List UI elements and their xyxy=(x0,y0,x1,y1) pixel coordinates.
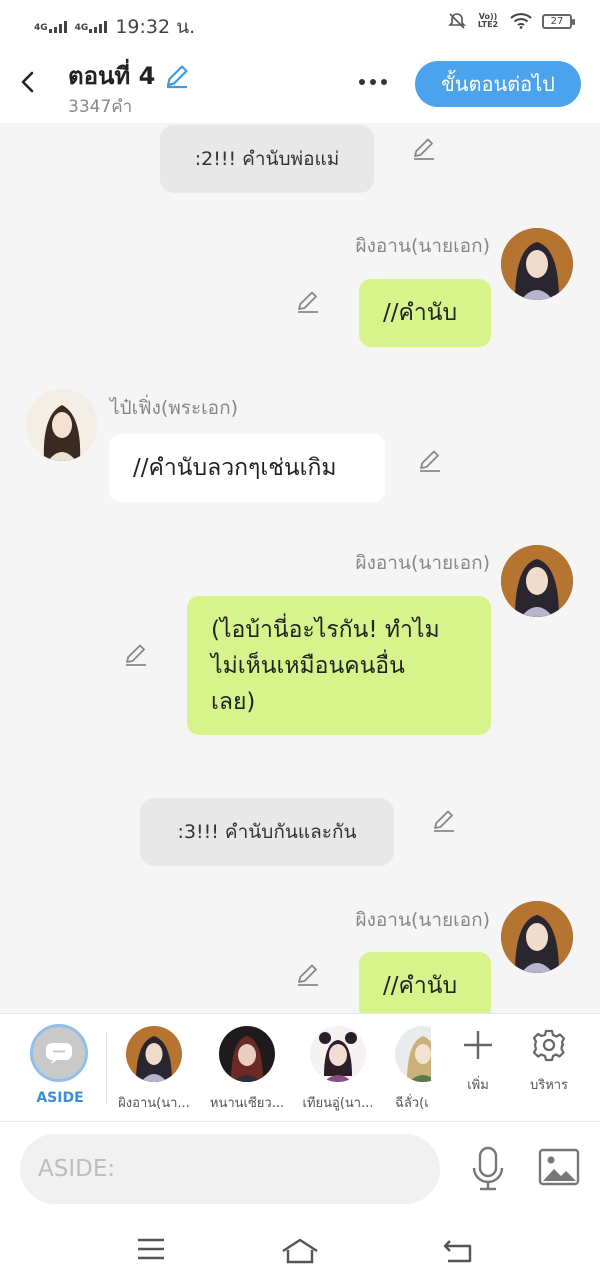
status-bar: 4G 4G 19:32 น. Vo)) LTE2 27 xyxy=(0,0,600,48)
image-button[interactable] xyxy=(538,1148,580,1190)
back-nav-button[interactable] xyxy=(442,1237,474,1269)
sender-name: ไป๋เฟิ่ง(พระเอก) xyxy=(110,397,239,419)
clock: 19:32 น. xyxy=(115,16,196,38)
composer xyxy=(0,1121,600,1217)
edit-pencil-icon[interactable] xyxy=(430,807,458,835)
aside-label: ASIDE xyxy=(36,1090,84,1106)
image-icon xyxy=(538,1148,580,1186)
manage-button[interactable]: บริหาร xyxy=(519,1028,579,1095)
message-bubble[interactable]: //คำนับลวกๆเช่นเกิม xyxy=(109,434,385,502)
add-character-button[interactable]: เพิ่ม xyxy=(448,1028,508,1095)
system-navigation-bar xyxy=(0,1217,600,1287)
back-arrow-icon xyxy=(443,1240,472,1263)
sender-name: ผิงอาน(นายเอก) xyxy=(355,552,490,574)
microphone-button[interactable] xyxy=(470,1146,506,1196)
edit-title-icon[interactable] xyxy=(163,62,191,90)
edit-pencil-icon[interactable] xyxy=(294,288,322,316)
menu-icon xyxy=(138,1238,164,1260)
microphone-icon xyxy=(472,1146,504,1191)
aside-message[interactable]: :2!!! คำนับพ่อแม่ xyxy=(160,125,374,193)
plus-icon xyxy=(464,1031,492,1059)
home-button[interactable] xyxy=(280,1237,320,1269)
gear-icon xyxy=(532,1029,566,1062)
aside-character-button[interactable]: ASIDE xyxy=(30,1024,90,1106)
avatar[interactable] xyxy=(26,389,98,461)
episode-title: ตอนที่ 4 xyxy=(68,62,156,90)
bell-off-icon xyxy=(448,13,466,29)
message-input[interactable] xyxy=(20,1134,440,1204)
battery-icon: 27 xyxy=(542,13,575,29)
page-title: ตอนที่ 4 xyxy=(68,56,191,95)
more-options-button[interactable] xyxy=(352,68,394,96)
next-step-button[interactable]: ขั้นตอนต่อไป xyxy=(415,61,581,107)
wifi-icon xyxy=(510,13,532,29)
sender-name: ผิงอาน(นายเอก) xyxy=(355,235,490,257)
chat-area[interactable]: :2!!! คำนับพ่อแม่ ผิงอาน(นายเอก) //คำนับ… xyxy=(0,123,600,1013)
message-bubble[interactable]: //คำนับ xyxy=(359,952,491,1013)
edit-pencil-icon[interactable] xyxy=(416,447,444,475)
home-icon xyxy=(282,1238,318,1264)
avatar[interactable] xyxy=(501,228,573,300)
avatar[interactable] xyxy=(501,545,573,617)
character-item[interactable]: ผิงอาน(นา... xyxy=(108,1026,200,1113)
edit-pencil-icon[interactable] xyxy=(122,641,150,669)
edit-pencil-icon[interactable] xyxy=(410,135,438,163)
divider xyxy=(106,1032,107,1104)
recents-button[interactable] xyxy=(136,1237,166,1265)
character-item[interactable]: ฉีลั่ว(เ xyxy=(395,1026,431,1113)
back-button[interactable] xyxy=(10,62,46,102)
signal-icon: 4G xyxy=(34,21,67,33)
header: ตอนที่ 4 3347คำ ขั้นตอนต่อไป xyxy=(0,48,600,123)
character-item[interactable]: เทียนอู่(นา... xyxy=(292,1026,384,1113)
message-bubble[interactable]: //คำนับ xyxy=(359,279,491,347)
message-bubble[interactable]: (ไอบ้านี่อะไรกัน! ทำไม ไม่เห็นเหมือนคนอื… xyxy=(187,596,491,735)
avatar xyxy=(395,1026,431,1082)
chevron-left-icon xyxy=(21,71,34,93)
aside-message[interactable]: :3!!! คำนับกันและกัน xyxy=(140,798,394,866)
avatar[interactable] xyxy=(501,901,573,973)
sender-name: ผิงอาน(นายเอก) xyxy=(355,909,490,931)
avatar xyxy=(310,1026,366,1082)
character-item[interactable]: หนานเซียว... xyxy=(201,1026,293,1113)
signal-icon-2: 4G xyxy=(75,21,108,33)
avatar xyxy=(126,1026,182,1082)
avatar xyxy=(219,1026,275,1082)
volte-icon: Vo)) LTE2 xyxy=(477,12,499,29)
word-count: 3347คำ xyxy=(68,97,133,117)
edit-pencil-icon[interactable] xyxy=(294,961,322,989)
character-selector: ASIDE ผิงอาน(นา... หนานเซียว... เทียนอู่… xyxy=(0,1013,600,1121)
aside-icon xyxy=(30,1024,88,1082)
